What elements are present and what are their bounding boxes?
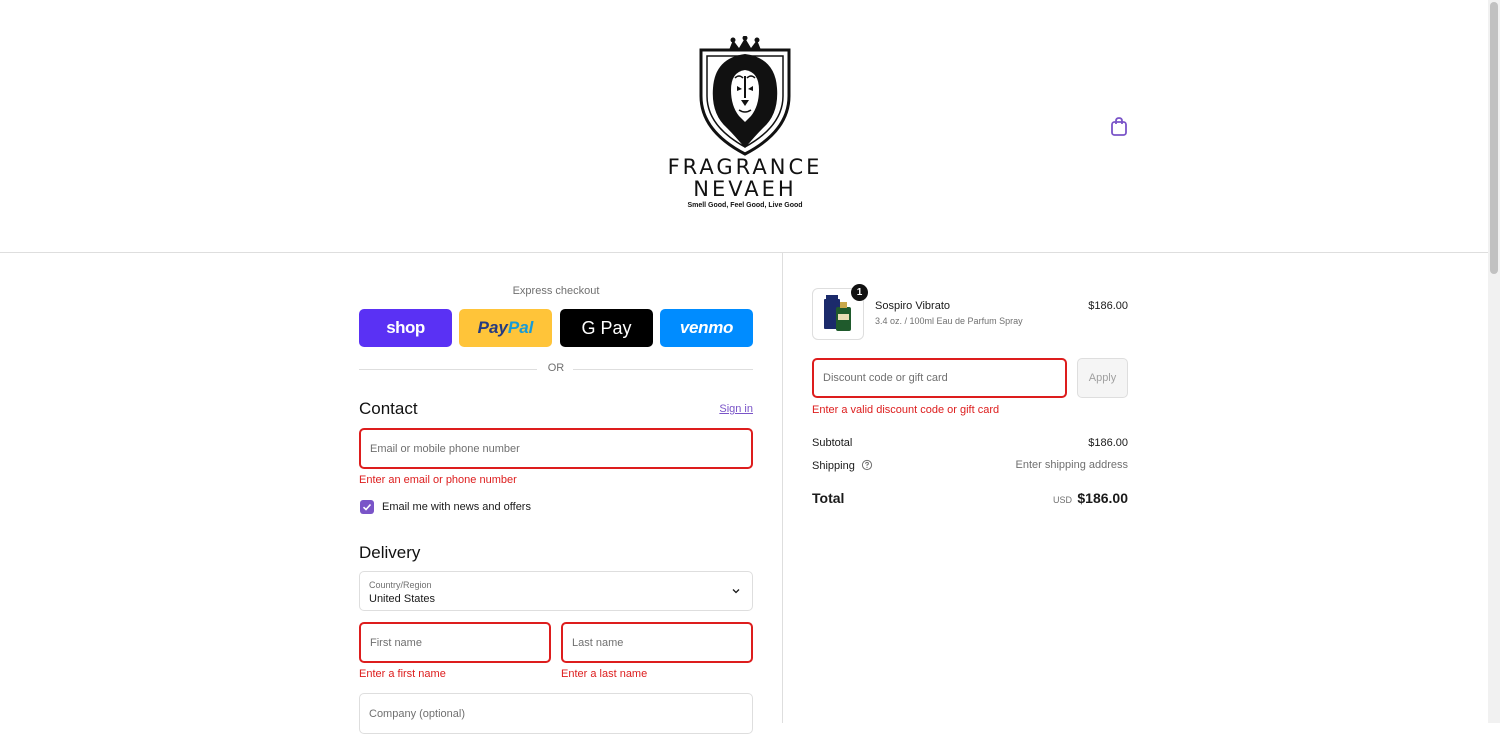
country-select[interactable]: Country/Region United States (359, 571, 753, 611)
google-pay-button[interactable]: G Pay (560, 309, 653, 347)
column-divider (782, 253, 783, 723)
paypal-button[interactable]: Pay Pal (459, 309, 552, 347)
email-error: Enter an email or phone number (359, 474, 517, 486)
subtotal-value: $186.00 (1088, 437, 1128, 449)
brand-name-line2: NEVAEH (693, 177, 797, 201)
product-description: 3.4 oz. / 100ml Eau de Parfum Spray (875, 316, 1023, 326)
brand-tagline: Smell Good, Feel Good, Live Good (687, 202, 803, 209)
total-label: Total (812, 490, 845, 506)
express-checkout-buttons: shop Pay Pal G Pay venmo (359, 309, 753, 347)
delivery-heading: Delivery (359, 543, 421, 562)
shipping-value: Enter shipping address (1015, 459, 1128, 471)
checkmark-icon (362, 503, 372, 511)
brand-logo[interactable]: FRAGRANCE NEVAEH Smell Good, Feel Good, … (655, 36, 835, 218)
product-price: $186.00 (1088, 300, 1128, 312)
venmo-button[interactable]: venmo (660, 309, 753, 347)
discount-error: Enter a valid discount code or gift card (812, 404, 1000, 416)
first-name-field[interactable]: First name (359, 622, 551, 663)
product-name: Sospiro Vibrato (875, 300, 951, 312)
help-circle-icon[interactable] (861, 459, 873, 471)
last-name-field[interactable]: Last name (561, 622, 753, 663)
apply-discount-button[interactable]: Apply (1077, 358, 1128, 398)
total-currency: USD (1052, 495, 1072, 505)
chevron-down-icon (732, 589, 740, 594)
quantity-badge: 1 (851, 284, 868, 301)
sign-in-link[interactable]: Sign in (719, 403, 753, 415)
lion-crest-icon (699, 36, 791, 156)
brand-name-line1: FRAGRANCE (667, 155, 823, 179)
company-field[interactable]: Company (optional) (359, 693, 753, 734)
or-divider: OR (359, 361, 753, 377)
shop-pay-button[interactable]: shop (359, 309, 452, 347)
email-field[interactable]: Email or mobile phone number (359, 428, 753, 469)
total-value: $186.00 (1077, 490, 1128, 506)
discount-code-field[interactable]: Discount code or gift card (812, 358, 1067, 398)
cart-button[interactable] (1108, 115, 1130, 137)
site-header: FRAGRANCE NEVAEH Smell Good, Feel Good, … (0, 0, 1488, 253)
newsletter-label: Email me with news and offers (382, 501, 531, 513)
page-scrollbar[interactable] (1488, 0, 1500, 723)
contact-heading: Contact (359, 399, 418, 418)
shipping-label: Shipping (812, 459, 873, 472)
express-checkout-title: Express checkout (512, 285, 600, 297)
last-name-error: Enter a last name (561, 668, 648, 680)
first-name-error: Enter a first name (359, 668, 446, 680)
scrollbar-thumb[interactable] (1490, 2, 1498, 274)
newsletter-checkbox[interactable] (360, 500, 374, 514)
subtotal-label: Subtotal (812, 437, 853, 449)
shopping-bag-icon (1111, 117, 1127, 136)
